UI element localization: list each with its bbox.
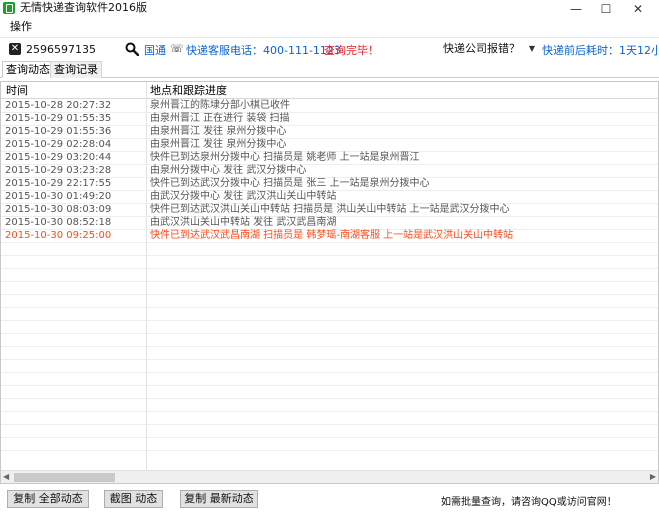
- toolbar: ✕ 国通 ☏ 快递客服电话：400-111-1123 查询完毕！ 快递公司报错？…: [0, 37, 659, 59]
- row-progress: 快件已到达武汉武昌南湖 扫描员是 韩梦瑶-南湖客服 上一站是武汉洪山关山中转站: [150, 230, 514, 241]
- bottom-bar: 复制 全部动态 截图 动态 复制 最新动态 如需批量查询，请咨询QQ或访问官网！: [0, 486, 659, 514]
- row-progress: 快件已到达泉州分拨中心 扫描员是 姚老师 上一站是泉州晋江: [150, 152, 420, 163]
- screenshot-button[interactable]: 截图 动态: [104, 490, 163, 508]
- row-time: 2015-10-29 03:23:28: [5, 165, 112, 176]
- empty-row: [1, 295, 658, 308]
- tracking-number-input[interactable]: [26, 41, 120, 57]
- menu-bar: 操作: [0, 18, 659, 36]
- empty-row: [1, 425, 658, 438]
- search-icon[interactable]: [125, 42, 139, 56]
- row-progress: 快件已到达武汉分拨中心 扫描员是 张三 上一站是泉州分拨中心: [150, 178, 430, 189]
- row-time: 2015-10-28 20:27:32: [5, 100, 112, 111]
- tab-strip: 查询动态 查询记录: [0, 61, 659, 78]
- row-progress: 由泉州晋江 发往 泉州分拨中心: [150, 139, 287, 150]
- table-row[interactable]: 2015-10-29 01:55:35 由泉州晋江 正在进行 装袋 扫描: [1, 113, 658, 126]
- row-time: 2015-10-30 08:03:09: [5, 204, 112, 215]
- copy-latest-button[interactable]: 复制 最新动态: [180, 490, 258, 508]
- scrollbar-thumb[interactable]: [14, 473, 115, 482]
- empty-row: [1, 334, 658, 347]
- scroll-left-icon[interactable]: ◀: [3, 472, 9, 481]
- minimize-button[interactable]: —: [560, 0, 592, 17]
- row-time: 2015-10-29 02:28:04: [5, 139, 112, 150]
- empty-row: [1, 243, 658, 256]
- row-progress: 由武汉洪山关山中转站 发往 武汉武昌南湖: [150, 217, 337, 228]
- title-bar: 无情快递查询软件2016版 — ☐ ✕: [0, 0, 659, 17]
- table-row[interactable]: 2015-10-30 08:52:18 由武汉洪山关山中转站 发往 武汉武昌南湖: [1, 217, 658, 230]
- column-header-progress[interactable]: 地点和跟踪进度: [150, 84, 227, 97]
- empty-row: [1, 282, 658, 295]
- table-row[interactable]: 2015-10-30 09:25:00 快件已到达武汉武昌南湖 扫描员是 韩梦瑶-…: [1, 230, 658, 243]
- clear-icon[interactable]: ✕: [9, 43, 21, 55]
- row-time: 2015-10-30 01:49:20: [5, 191, 112, 202]
- company-error-select[interactable]: 快递公司报错？ ▼: [441, 40, 537, 58]
- chevron-down-icon: ▼: [528, 44, 535, 53]
- query-status: 查询完毕！: [324, 44, 379, 57]
- empty-row: [1, 386, 658, 399]
- empty-row: [1, 438, 658, 451]
- empty-row: [1, 360, 658, 373]
- row-progress: 由武汉分拨中心 发往 武汉洪山关山中转站: [150, 191, 337, 202]
- table-row[interactable]: 2015-10-29 03:23:28 由泉州分拨中心 发往 武汉分拨中心: [1, 165, 658, 178]
- row-progress: 快件已到达武汉洪山关山中转站 扫描员是 洪山关山中转站 上一站是武汉分拨中心: [150, 204, 510, 215]
- app-icon: [3, 2, 15, 14]
- row-progress: 由泉州晋江 发往 泉州分拨中心: [150, 126, 287, 137]
- horizontal-scrollbar[interactable]: ◀ ▶: [1, 470, 658, 483]
- window-title: 无情快递查询软件2016版: [20, 1, 147, 14]
- empty-row: [1, 321, 658, 334]
- menu-operate[interactable]: 操作: [10, 20, 32, 34]
- maximize-button[interactable]: ☐: [590, 0, 622, 17]
- carrier-name: 国通: [144, 44, 166, 57]
- tracking-grid: 时间 地点和跟踪进度 2015-10-28 20:27:32 泉州晋江的陈埭分部小…: [0, 81, 659, 484]
- batch-query-hint: 如需批量查询，请咨询QQ或访问官网！: [441, 497, 617, 508]
- table-row[interactable]: 2015-10-30 08:03:09 快件已到达武汉洪山关山中转站 扫描员是 洪…: [1, 204, 658, 217]
- grid-header: 时间 地点和跟踪进度: [1, 82, 658, 99]
- row-time: 2015-10-30 08:52:18: [5, 217, 112, 228]
- table-row[interactable]: 2015-10-29 02:28:04 由泉州晋江 发往 泉州分拨中心: [1, 139, 658, 152]
- grid-rows: 2015-10-28 20:27:32 泉州晋江的陈埭分部小棋已收件 2015-10…: [1, 100, 658, 451]
- empty-row: [1, 308, 658, 321]
- row-time: 2015-10-29 01:55:35: [5, 113, 112, 124]
- table-row[interactable]: 2015-10-28 20:27:32 泉州晋江的陈埭分部小棋已收件: [1, 100, 658, 113]
- phone-icon: ☏: [170, 42, 184, 55]
- row-time: 2015-10-29 22:17:55: [5, 178, 112, 189]
- close-button[interactable]: ✕: [622, 0, 654, 17]
- column-header-time[interactable]: 时间: [6, 84, 28, 97]
- row-progress: 由泉州分拨中心 发往 武汉分拨中心: [150, 165, 307, 176]
- empty-row: [1, 412, 658, 425]
- table-row[interactable]: 2015-10-29 22:17:55 快件已到达武汉分拨中心 扫描员是 张三 上…: [1, 178, 658, 191]
- empty-row: [1, 256, 658, 269]
- company-error-label: 快递公司报错？: [443, 42, 520, 55]
- table-row[interactable]: 2015-10-29 03:20:44 快件已到达泉州分拨中心 扫描员是 姚老师 …: [1, 152, 658, 165]
- copy-all-button[interactable]: 复制 全部动态: [7, 490, 89, 508]
- row-progress: 泉州晋江的陈埭分部小棋已收件: [150, 100, 290, 111]
- delivery-duration: 快递前后耗时：1天12小时: [542, 44, 659, 57]
- table-row[interactable]: 2015-10-29 01:55:36 由泉州晋江 发往 泉州分拨中心: [1, 126, 658, 139]
- table-row[interactable]: 2015-10-30 01:49:20 由武汉分拨中心 发往 武汉洪山关山中转站: [1, 191, 658, 204]
- tab-history[interactable]: 查询记录: [50, 61, 102, 78]
- row-time: 2015-10-29 03:20:44: [5, 152, 112, 163]
- hotline-text: 快递客服电话：400-111-1123: [186, 44, 341, 57]
- empty-row: [1, 347, 658, 360]
- row-time: 2015-10-30 09:25:00: [5, 230, 112, 241]
- tab-query-progress[interactable]: 查询动态: [2, 61, 54, 78]
- row-time: 2015-10-29 01:55:36: [5, 126, 112, 137]
- scroll-right-icon[interactable]: ▶: [650, 472, 656, 481]
- empty-row: [1, 373, 658, 386]
- row-progress: 由泉州晋江 正在进行 装袋 扫描: [150, 113, 290, 124]
- empty-row: [1, 269, 658, 282]
- empty-row: [1, 399, 658, 412]
